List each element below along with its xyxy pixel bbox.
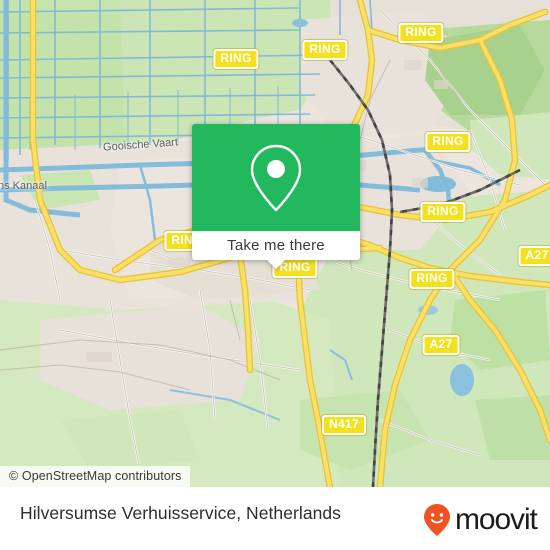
road-shield-label: RING [309,42,341,56]
road-shield: RING [302,40,348,60]
map-label-kanaal: ns Kanaal [0,180,47,192]
road-shield-label: RING [432,134,464,148]
road-shield: A27 [518,246,550,266]
road-shield: RING [425,132,471,152]
osm-attribution: © OpenStreetMap contributors [0,466,190,488]
moovit-logo: moovit [422,503,538,537]
road-shield: RING [398,23,444,43]
road-shield: RING [213,49,259,69]
attribution-text: © OpenStreetMap contributors [9,469,182,483]
road-shield-label: RING [416,271,448,285]
popup-header [192,124,360,231]
road-shield: RING [409,269,455,289]
road-shield-label: N417 [329,417,359,431]
take-me-there-button[interactable]: Take me there [227,237,325,255]
road-shield-label: A27 [525,248,549,262]
road-shield-label: RING [405,25,437,39]
location-title-text: Hilversumse Verhuisservice, Netherlands [20,503,341,523]
moovit-location-card: Gooische Vaart ns Kanaal RING RING RING RIN… [0,0,550,550]
moovit-wordmark: moovit [455,503,538,536]
map-pin-icon [250,144,302,211]
location-popup-card[interactable]: Take me there [192,124,360,269]
road-shield-label: RING [427,204,459,218]
moovit-smiley-pin-icon [424,504,450,536]
road-shield-label: A27 [429,337,453,351]
popup-pointer-tail [266,259,286,269]
location-title: Hilversumse Verhuisservice, Netherlands [20,503,341,524]
road-shield: N417 [322,415,366,435]
road-shield-label: RING [220,51,252,65]
popup-footer[interactable]: Take me there [192,231,360,269]
road-shield: A27 [422,335,460,355]
label-text: ns Kanaal [0,180,47,192]
road-shield: RING [420,202,466,222]
